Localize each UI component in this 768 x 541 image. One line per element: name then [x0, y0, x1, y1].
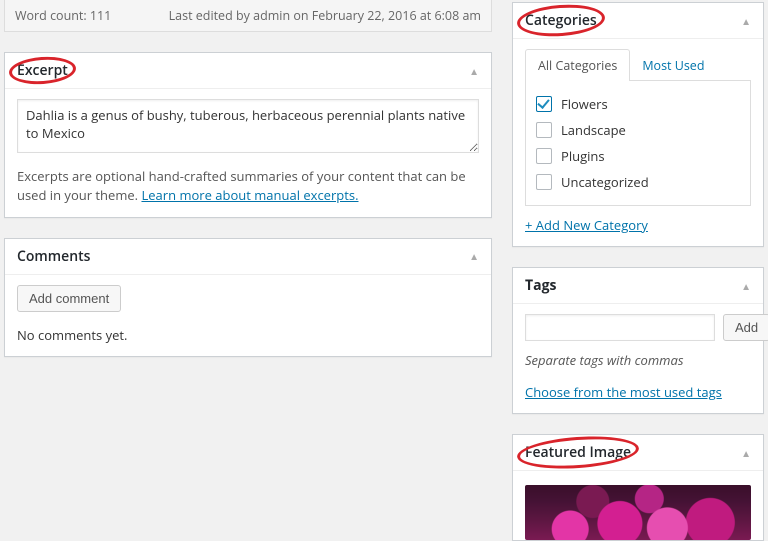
category-label: Uncategorized — [561, 173, 649, 191]
editor-status-bar: Word count: 111 Last edited by admin on … — [4, 0, 492, 32]
tags-hint: Separate tags with commas — [525, 351, 751, 369]
excerpt-textarea[interactable] — [17, 99, 479, 153]
featured-image-panel: Featured Image ▲ — [512, 434, 764, 541]
comments-panel: Comments ▲ Add comment No comments yet. — [4, 238, 492, 357]
category-label: Landscape — [561, 121, 626, 139]
category-item[interactable]: Uncategorized — [536, 169, 740, 195]
tab-all-categories[interactable]: All Categories — [525, 49, 630, 81]
category-checkbox[interactable] — [536, 174, 552, 190]
excerpt-panel: Excerpt ▲ Excerpts are optional hand-cra… — [4, 52, 492, 218]
chevron-up-icon[interactable]: ▲ — [741, 446, 751, 460]
category-item[interactable]: Plugins — [536, 143, 740, 169]
category-checkbox[interactable] — [536, 122, 552, 138]
tab-most-used[interactable]: Most Used — [629, 49, 717, 81]
chevron-up-icon[interactable]: ▲ — [741, 279, 751, 293]
categories-title: Categories — [525, 11, 597, 30]
category-label: Plugins — [561, 147, 605, 165]
add-new-category-link[interactable]: + Add New Category — [525, 216, 648, 234]
category-item[interactable]: Flowers — [536, 91, 740, 117]
word-count: Word count: 111 — [15, 7, 111, 24]
tags-title: Tags — [525, 276, 556, 295]
categories-list: Flowers Landscape Plugins Uncategorized — [525, 80, 751, 206]
tags-input[interactable] — [525, 314, 715, 341]
excerpt-learn-more-link[interactable]: Learn more about manual excerpts. — [141, 186, 358, 204]
chevron-up-icon[interactable]: ▲ — [469, 249, 479, 263]
comments-empty-text: No comments yet. — [17, 326, 479, 344]
chevron-up-icon[interactable]: ▲ — [469, 64, 479, 78]
add-comment-button[interactable]: Add comment — [17, 285, 121, 312]
featured-image[interactable] — [525, 485, 751, 540]
excerpt-title: Excerpt — [17, 61, 68, 80]
chevron-up-icon[interactable]: ▲ — [741, 14, 751, 28]
category-checkbox[interactable] — [536, 148, 552, 164]
featured-image-title: Featured Image — [525, 443, 631, 462]
category-label: Flowers — [561, 95, 608, 113]
category-checkbox[interactable] — [536, 96, 552, 112]
choose-tags-link[interactable]: Choose from the most used tags — [525, 383, 722, 401]
excerpt-hint: Excerpts are optional hand-crafted summa… — [17, 167, 479, 205]
add-tag-button[interactable]: Add — [723, 314, 768, 341]
last-edited: Last edited by admin on February 22, 201… — [169, 7, 481, 24]
category-item[interactable]: Landscape — [536, 117, 740, 143]
tags-panel: Tags ▲ Add Separate tags with commas Cho… — [512, 267, 764, 414]
categories-panel: Categories ▲ All Categories Most Used Fl… — [512, 2, 764, 247]
comments-title: Comments — [17, 247, 90, 266]
